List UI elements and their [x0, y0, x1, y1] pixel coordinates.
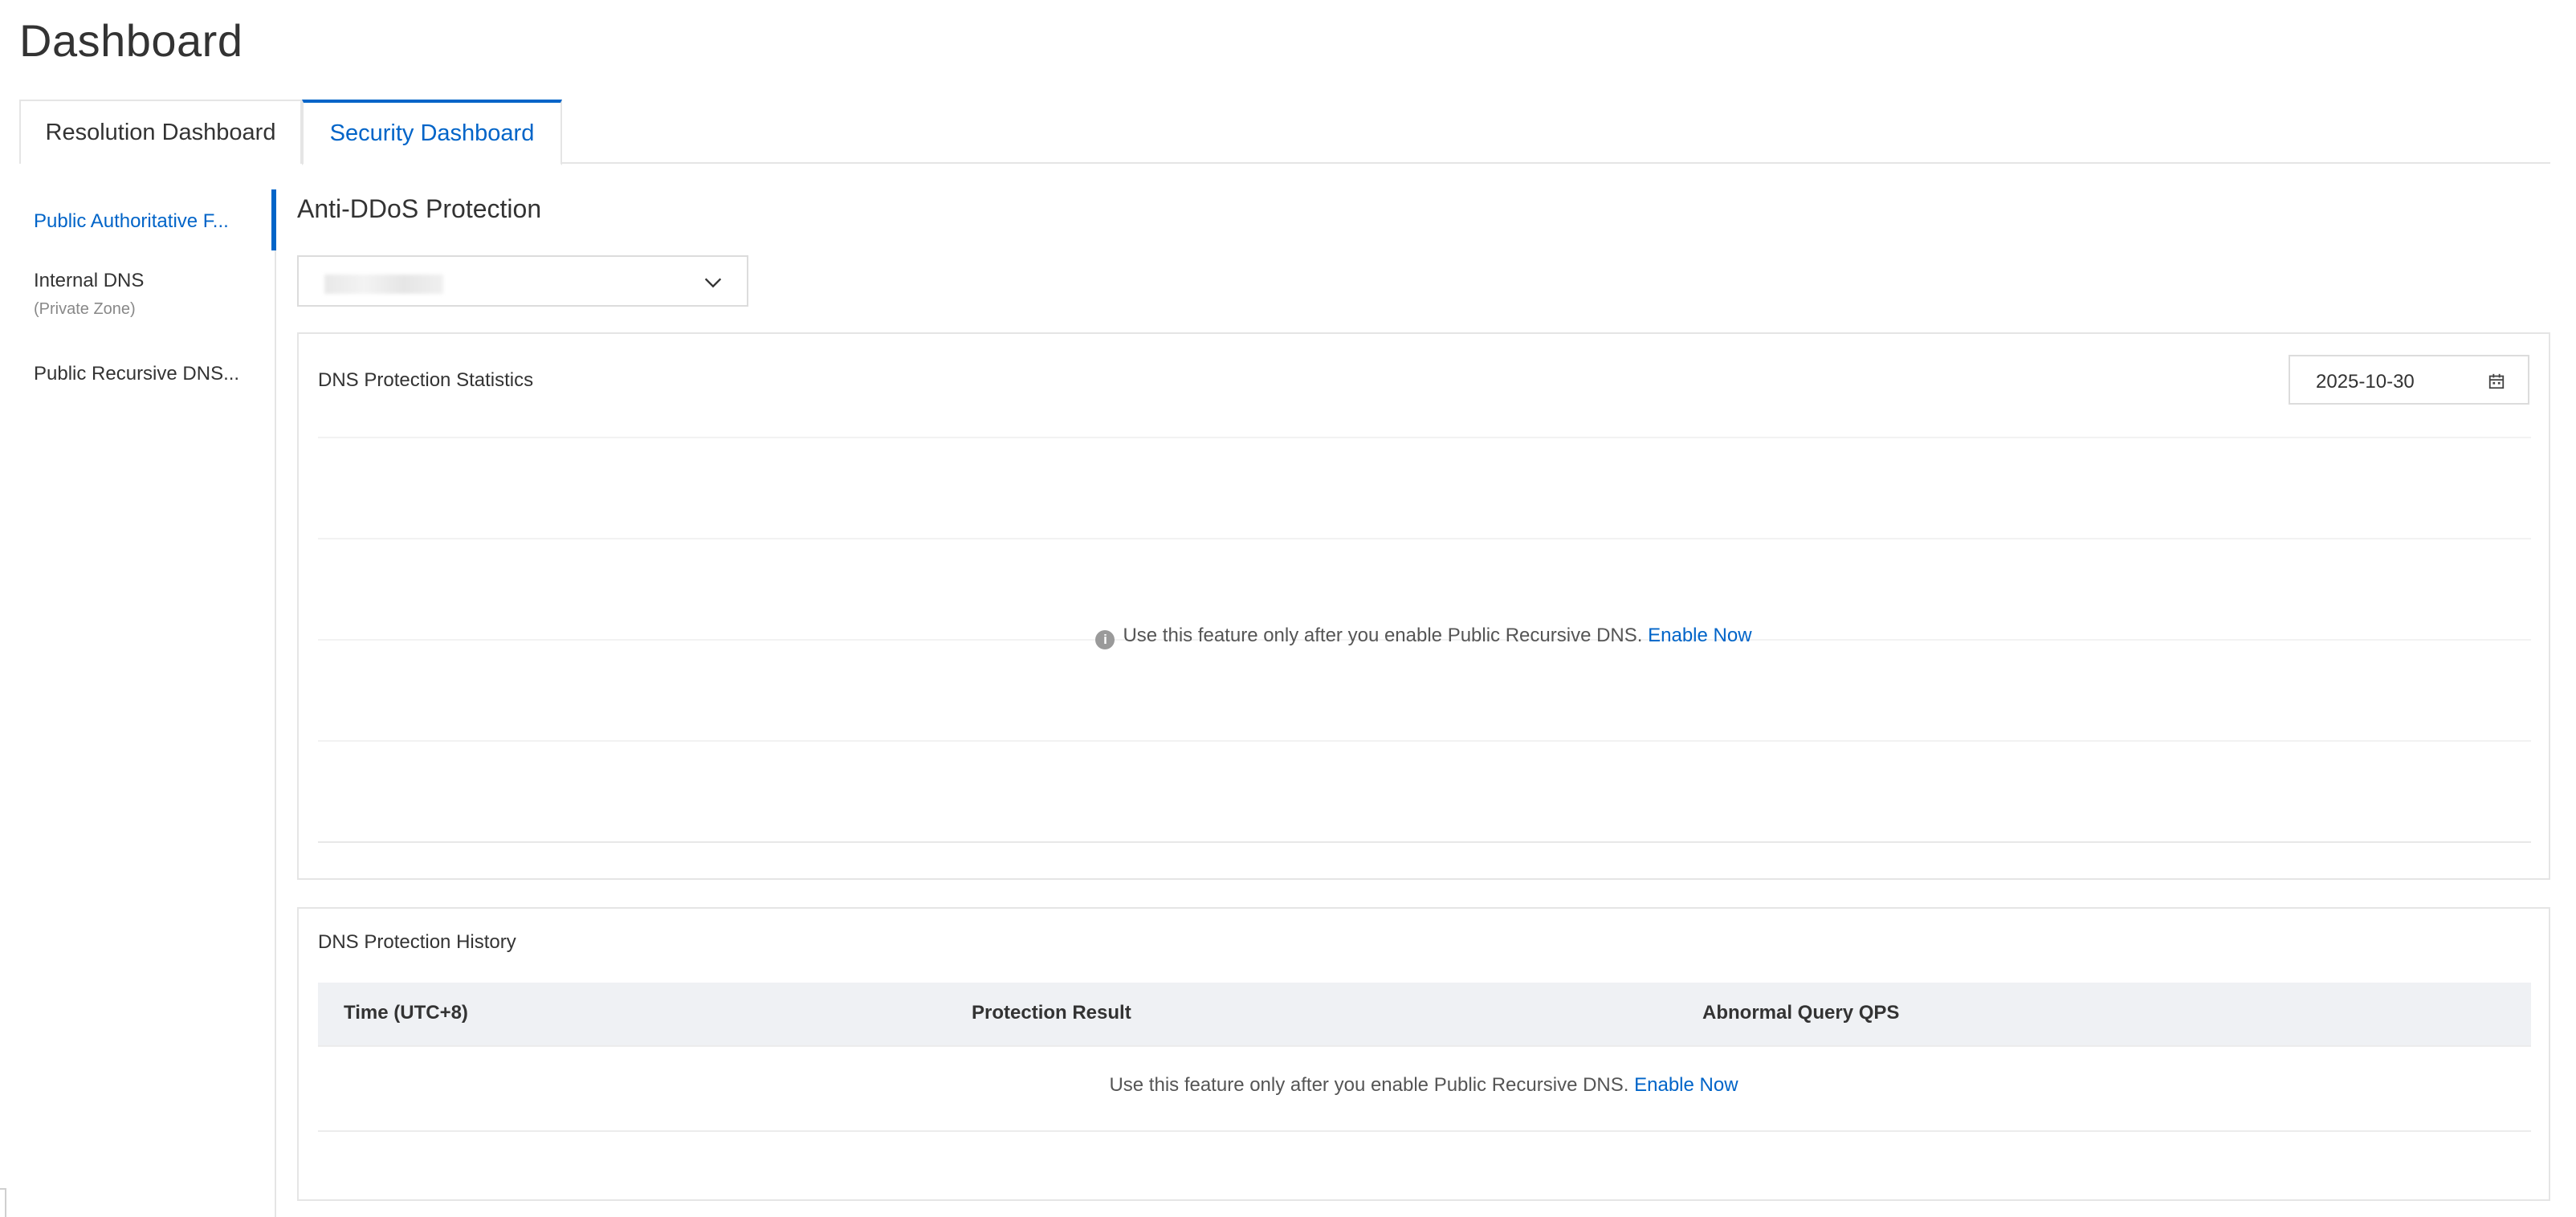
history-title: DNS Protection History	[318, 931, 516, 953]
table-divider	[318, 1045, 2531, 1047]
table-header: Time (UTC+8) Protection Result Abnormal …	[318, 983, 2531, 1045]
chart-gridline	[318, 740, 2531, 742]
enable-now-link[interactable]: Enable Now	[1648, 625, 1751, 646]
tab-security-dashboard[interactable]: Security Dashboard	[302, 100, 562, 165]
redacted-value	[324, 275, 443, 294]
date-value: 2025-10-30	[2316, 371, 2415, 393]
instance-select[interactable]	[297, 255, 748, 307]
notice-text: Use this feature only after you enable P…	[1123, 625, 1643, 646]
column-header-abnormal-qps: Abnormal Query QPS	[1702, 1002, 1900, 1024]
column-header-protection-result: Protection Result	[972, 1002, 1131, 1024]
sidebar: Public Authoritative F... Internal DNS (…	[0, 189, 276, 1217]
protection-statistics-card: DNS Protection Statistics 2025-10-30 i Us…	[297, 332, 2550, 880]
chart-gridline	[318, 437, 2531, 438]
section-title: Anti-DDoS Protection	[297, 194, 542, 223]
column-header-time: Time (UTC+8)	[344, 1002, 468, 1024]
window-corner	[0, 1188, 6, 1217]
calendar-icon	[2488, 373, 2505, 389]
chart-baseline	[318, 841, 2531, 843]
sidebar-item-public-authoritative[interactable]: Public Authoritative F...	[0, 189, 276, 250]
page-title: Dashboard	[19, 15, 243, 66]
sidebar-item-label: Internal DNS	[34, 270, 145, 291]
chevron-down-icon	[704, 278, 722, 288]
dashboard-tabs: Resolution Dashboard Security Dashboard	[19, 100, 2550, 165]
notice-text: Use this feature only after you enable P…	[1109, 1074, 1629, 1096]
sidebar-active-indicator	[271, 189, 276, 250]
info-icon: i	[1095, 630, 1115, 649]
protection-history-card: DNS Protection History Time (UTC+8) Prot…	[297, 907, 2550, 1201]
sidebar-item-public-recursive-dns[interactable]: Public Recursive DNS...	[0, 355, 275, 400]
table-divider	[318, 1130, 2531, 1132]
date-picker[interactable]: 2025-10-30	[2289, 355, 2529, 405]
enable-now-link[interactable]: Enable Now	[1634, 1074, 1738, 1096]
statistics-title: DNS Protection Statistics	[318, 369, 534, 391]
sidebar-item-label: Public Authoritative F...	[34, 210, 229, 232]
sidebar-item-sublabel: (Private Zone)	[34, 300, 136, 318]
chart-gridline	[318, 538, 2531, 539]
tab-resolution-dashboard[interactable]: Resolution Dashboard	[19, 100, 302, 164]
statistics-empty-notice: i Use this feature only after you enable …	[299, 625, 2549, 649]
sidebar-item-label: Public Recursive DNS...	[34, 363, 240, 385]
sidebar-item-internal-dns[interactable]: Internal DNS (Private Zone)	[0, 263, 275, 331]
history-empty-notice: Use this feature only after you enable P…	[299, 1074, 2549, 1097]
